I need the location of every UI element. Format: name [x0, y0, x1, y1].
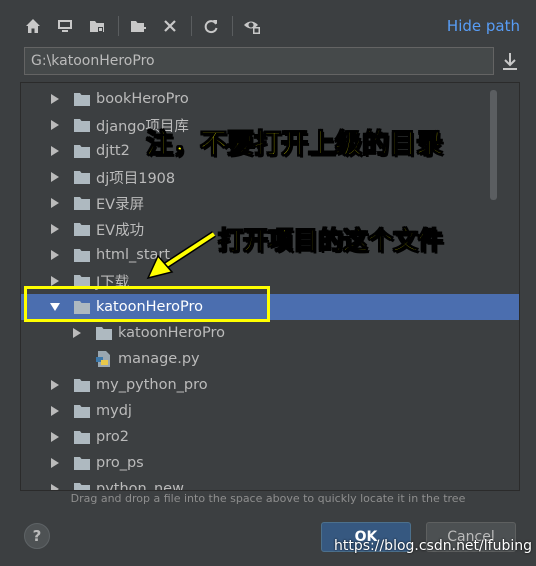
- folder-icon: [95, 326, 113, 341]
- tree-item-label: pro2: [96, 429, 129, 445]
- tree-file-row[interactable]: manage.py: [21, 346, 509, 372]
- tree-folder-row[interactable]: bookHeroPro: [21, 86, 509, 112]
- chevron-right-icon[interactable]: [49, 93, 61, 105]
- drag-drop-hint: Drag and drop a file into the space abov…: [70, 492, 466, 505]
- toolbar-separator: [118, 16, 119, 36]
- folder-icon: [73, 482, 91, 490]
- file-chooser-dialog: Hide path G:\katoonHeroPro bookHeroPro dj…: [0, 0, 536, 566]
- chevron-right-icon[interactable]: [49, 405, 61, 417]
- chevron-right-icon[interactable]: [49, 171, 61, 183]
- tree-scrollbar[interactable]: [490, 90, 497, 200]
- folder-icon: [73, 170, 91, 185]
- folder-icon: [73, 196, 91, 211]
- home-icon[interactable]: [20, 13, 46, 39]
- tree-item-label: my_python_pro: [96, 377, 208, 393]
- folder-icon: [73, 456, 91, 471]
- chevron-right-icon[interactable]: [49, 223, 61, 235]
- tree-item-label: EV录屏: [96, 196, 145, 213]
- download-icon[interactable]: [500, 51, 522, 73]
- chevron-right-icon[interactable]: [49, 249, 61, 261]
- tree-folder-row[interactable]: python_new: [21, 476, 509, 491]
- python-file-icon: [95, 350, 113, 368]
- desktop-icon[interactable]: [52, 13, 78, 39]
- annotation-arrow: [140, 228, 220, 292]
- tree-folder-row[interactable]: mydj: [21, 398, 509, 424]
- tree-item-label: python_new: [96, 481, 184, 491]
- folder-icon: [73, 92, 91, 107]
- tree-folder-row[interactable]: pro_ps: [21, 450, 509, 476]
- refresh-icon[interactable]: [198, 13, 224, 39]
- annotation-highlight-box: [24, 286, 270, 322]
- new-folder-icon[interactable]: [125, 13, 151, 39]
- show-hidden-icon[interactable]: [239, 13, 265, 39]
- chevron-right-icon[interactable]: [49, 431, 61, 443]
- chevron-right-icon[interactable]: [49, 379, 61, 391]
- annotation-note-mid: 打开项目的这个文件: [217, 226, 444, 256]
- chevron-right-icon[interactable]: [49, 457, 61, 469]
- folder-icon: [73, 378, 91, 393]
- chevron-right-icon[interactable]: [49, 119, 61, 131]
- folder-icon: [73, 248, 91, 263]
- tree-item-label: bookHeroPro: [96, 91, 189, 107]
- toolbar-separator: [232, 16, 233, 36]
- chevron-right-icon[interactable]: [49, 197, 61, 209]
- tree-item-label: manage.py: [118, 351, 200, 367]
- annotation-note-top: 注，不要打开上级的目录: [146, 129, 444, 161]
- path-field[interactable]: G:\katoonHeroPro: [24, 47, 494, 75]
- chevron-right-icon[interactable]: [71, 327, 83, 339]
- project-folder-icon[interactable]: [84, 13, 110, 39]
- tree-folder-row[interactable]: EV录屏: [21, 190, 509, 216]
- tree-item-label: pro_ps: [96, 455, 144, 471]
- tree-item-label: dj项目1908: [96, 170, 176, 187]
- help-button[interactable]: ?: [24, 523, 50, 549]
- folder-icon: [73, 430, 91, 445]
- tree-item-label: mydj: [96, 403, 132, 419]
- delete-icon[interactable]: [157, 13, 183, 39]
- tree-folder-row[interactable]: dj项目1908: [21, 164, 509, 190]
- folder-icon: [73, 118, 91, 133]
- tree-item-label: djtt2: [96, 143, 130, 159]
- tree-folder-row[interactable]: katoonHeroPro: [21, 320, 509, 346]
- folder-icon: [73, 222, 91, 237]
- tree-folder-row[interactable]: my_python_pro: [21, 372, 509, 398]
- chevron-right-icon[interactable]: [49, 145, 61, 157]
- tree-item-label: EV成功: [96, 222, 145, 239]
- toolbar-separator: [191, 16, 192, 36]
- hide-path-link[interactable]: Hide path: [447, 17, 520, 35]
- tree-folder-row[interactable]: pro2: [21, 424, 509, 450]
- chevron-right-icon[interactable]: [49, 483, 61, 490]
- path-row: G:\katoonHeroPro: [24, 47, 522, 77]
- tree-item-label: katoonHeroPro: [118, 325, 225, 341]
- watermark: https://blog.csdn.net/lfubing: [334, 538, 532, 554]
- folder-icon: [73, 404, 91, 419]
- folder-icon: [73, 144, 91, 159]
